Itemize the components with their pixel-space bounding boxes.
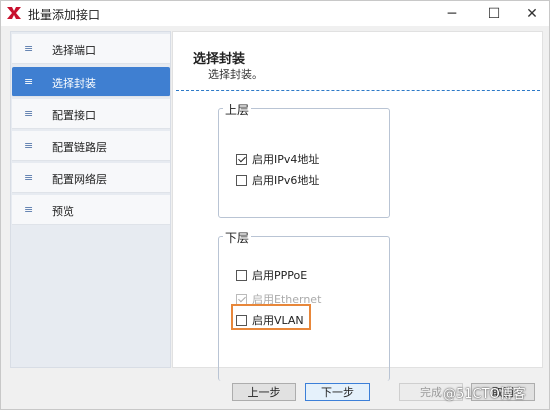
sidebar-item-label: 选择端口	[52, 44, 96, 57]
dialog-window: 批量添加接口 ─ ☐ ✕ ≡ 选择端口 ≡ 选择封装 ≡ 配置接口 ≡ 配置链路…	[0, 0, 550, 410]
pppoe-label[interactable]: 启用PPPoE	[252, 267, 307, 283]
next-button[interactable]: 下一步	[305, 383, 370, 401]
sidebar-item-label: 配置网络层	[52, 173, 107, 186]
app-logo-icon	[7, 7, 21, 19]
sidebar-item-configure-network-layer[interactable]: ≡ 配置网络层	[12, 163, 170, 193]
ipv4-option[interactable]: 启用IPv4地址	[236, 152, 319, 166]
divider	[176, 90, 540, 91]
ethernet-checkbox	[236, 293, 247, 305]
ipv4-label[interactable]: 启用IPv4地址	[252, 151, 319, 167]
page-subtitle: 选择封装。	[208, 68, 263, 81]
wizard-step-list: ≡ 选择端口 ≡ 选择封装 ≡ 配置接口 ≡ 配置链路层 ≡ 配置网络层 ≡ 预…	[10, 31, 171, 368]
pppoe-option[interactable]: 启用PPPoE	[236, 268, 307, 282]
sidebar-item-label: 预览	[52, 205, 74, 218]
sidebar-item-select-encapsulation[interactable]: ≡ 选择封装	[12, 67, 170, 97]
upper-layer-group: 上层 启用IPv4地址 启用IPv6地址	[218, 101, 390, 218]
list-icon: ≡	[24, 107, 34, 120]
list-icon: ≡	[24, 171, 34, 184]
list-icon: ≡	[24, 75, 34, 88]
list-icon: ≡	[24, 139, 34, 152]
vlan-highlight-annotation	[231, 304, 311, 330]
page-title: 选择封装	[193, 52, 246, 67]
ipv6-checkbox[interactable]	[236, 174, 247, 186]
ipv6-label[interactable]: 启用IPv6地址	[252, 172, 319, 188]
sidebar-item-select-port[interactable]: ≡ 选择端口	[12, 34, 170, 64]
pppoe-checkbox[interactable]	[236, 269, 247, 281]
sidebar-item-label: 配置链路层	[52, 141, 107, 154]
maximize-button[interactable]: ☐	[475, 1, 513, 26]
watermark-text: @51CTO博客	[443, 387, 526, 402]
sidebar-item-configure-link-layer[interactable]: ≡ 配置链路层	[12, 131, 170, 161]
content-panel: 选择封装 选择封装。 上层 启用IPv4地址 启用IPv6地址 下层 启用PPP…	[172, 31, 543, 381]
window-title: 批量添加接口	[28, 8, 101, 22]
sidebar-item-label: 选择封装	[52, 77, 96, 90]
sidebar-item-label: 配置接口	[52, 109, 96, 122]
sidebar-item-preview[interactable]: ≡ 预览	[12, 195, 170, 225]
ipv6-option[interactable]: 启用IPv6地址	[236, 173, 319, 187]
list-icon: ≡	[24, 203, 34, 216]
group-legend: 下层	[223, 229, 252, 246]
list-icon: ≡	[24, 42, 34, 55]
group-legend: 上层	[223, 101, 252, 118]
previous-button[interactable]: 上一步	[232, 383, 296, 401]
sidebar-item-configure-interface[interactable]: ≡ 配置接口	[12, 99, 170, 129]
ipv4-checkbox[interactable]	[236, 153, 247, 165]
title-bar: 批量添加接口 ─ ☐ ✕	[1, 1, 549, 26]
close-button[interactable]: ✕	[513, 1, 550, 26]
minimize-button[interactable]: ─	[433, 1, 471, 26]
